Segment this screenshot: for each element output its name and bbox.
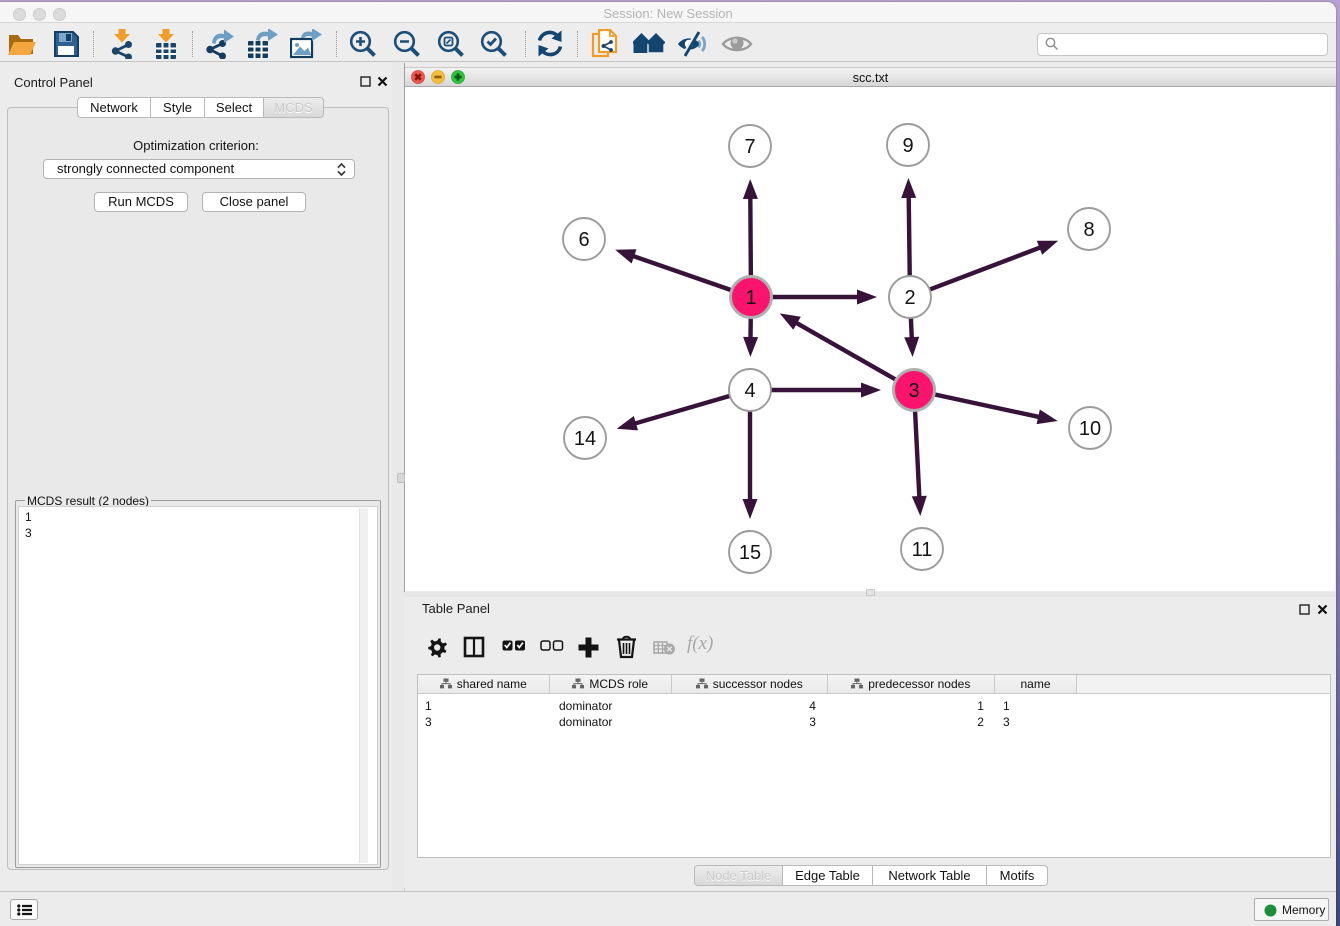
svg-text:3: 3 [908, 380, 919, 402]
svg-text:6: 6 [578, 229, 589, 251]
svg-text:14: 14 [574, 428, 596, 450]
svg-text:2: 2 [904, 287, 915, 309]
svg-text:11: 11 [912, 539, 933, 561]
svg-text:8: 8 [1083, 219, 1094, 241]
svg-text:10: 10 [1079, 418, 1101, 440]
svg-text:4: 4 [744, 380, 755, 402]
svg-text:7: 7 [744, 136, 755, 158]
svg-text:9: 9 [902, 135, 913, 157]
svg-text:15: 15 [739, 542, 761, 564]
svg-text:1: 1 [745, 287, 756, 309]
